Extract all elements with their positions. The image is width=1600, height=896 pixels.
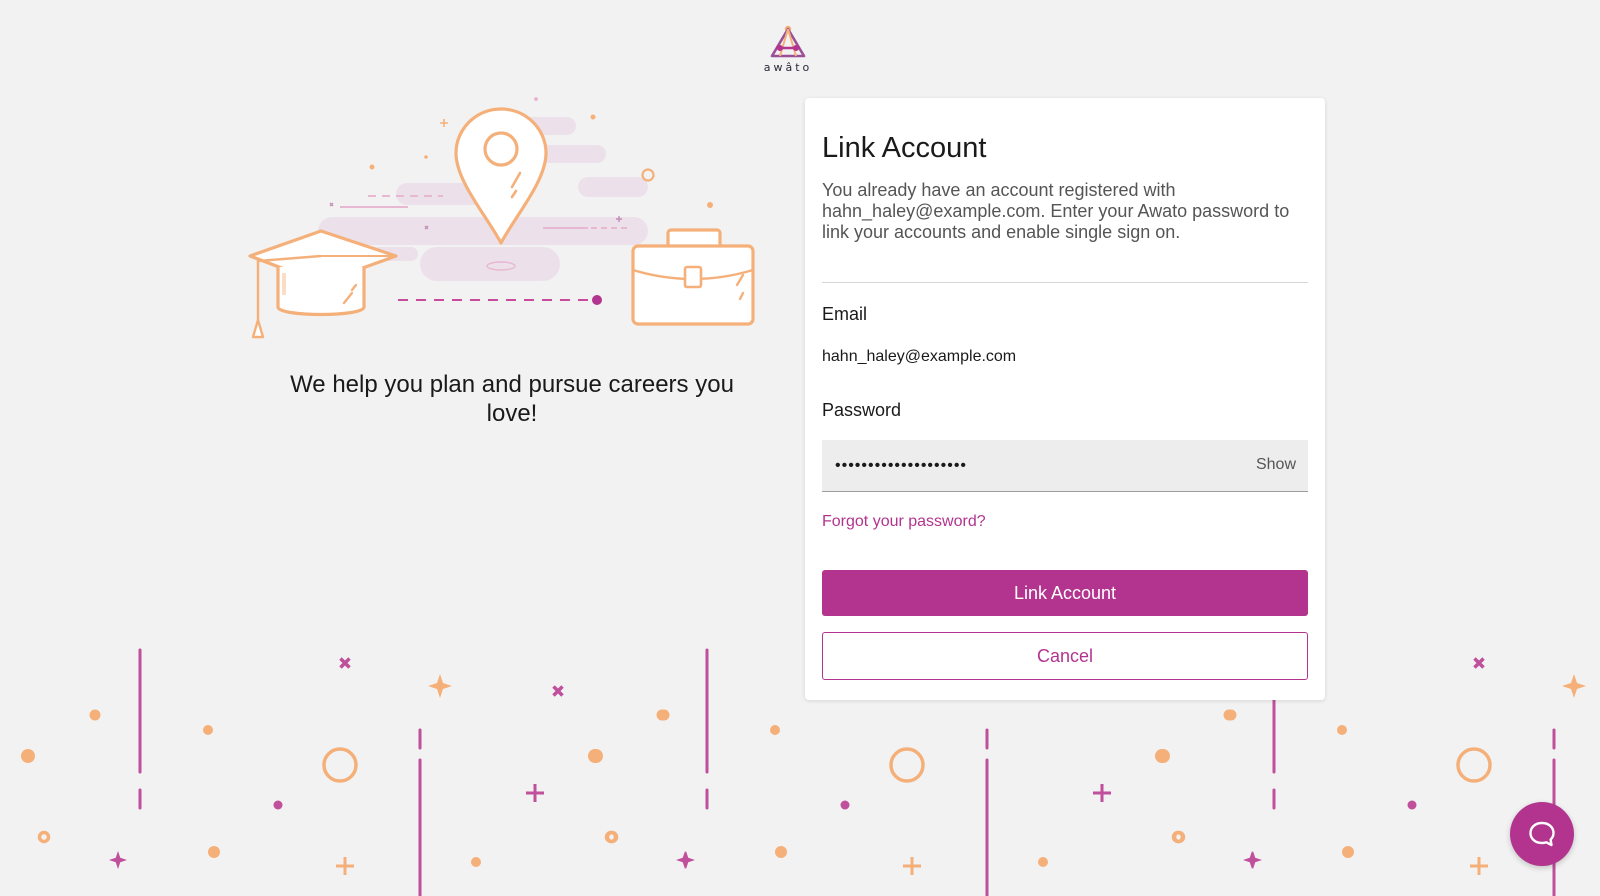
password-input[interactable] [822, 440, 1222, 491]
card-description: You already have an account registered w… [822, 180, 1290, 242]
chat-bubble-icon [1529, 821, 1555, 847]
hero-tagline: We help you plan and pursue careers you … [290, 371, 734, 427]
email-value: hahn_haley@example.com [822, 348, 1017, 365]
cancel-button[interactable]: Cancel [822, 632, 1308, 680]
decorative-background-pattern [21, 648, 1586, 896]
link-account-button[interactable]: Link Account [822, 570, 1308, 616]
chat-launcher-button[interactable] [1510, 802, 1574, 866]
brand-wordmark: awâto [763, 61, 813, 74]
card-divider [822, 282, 1308, 283]
awato-logo-icon [770, 25, 806, 58]
brand-logo[interactable]: awâto [752, 24, 824, 80]
card-title: Link Account [822, 132, 987, 164]
show-password-toggle[interactable]: Show [1256, 456, 1296, 474]
password-field: Show [822, 440, 1308, 492]
link-account-card: Link Account You already have an account… [805, 98, 1325, 700]
hero-illustration [248, 95, 768, 355]
email-label: Email [822, 304, 868, 324]
forgot-password-link[interactable]: Forgot your password? [822, 513, 986, 531]
password-label: Password [822, 400, 902, 420]
